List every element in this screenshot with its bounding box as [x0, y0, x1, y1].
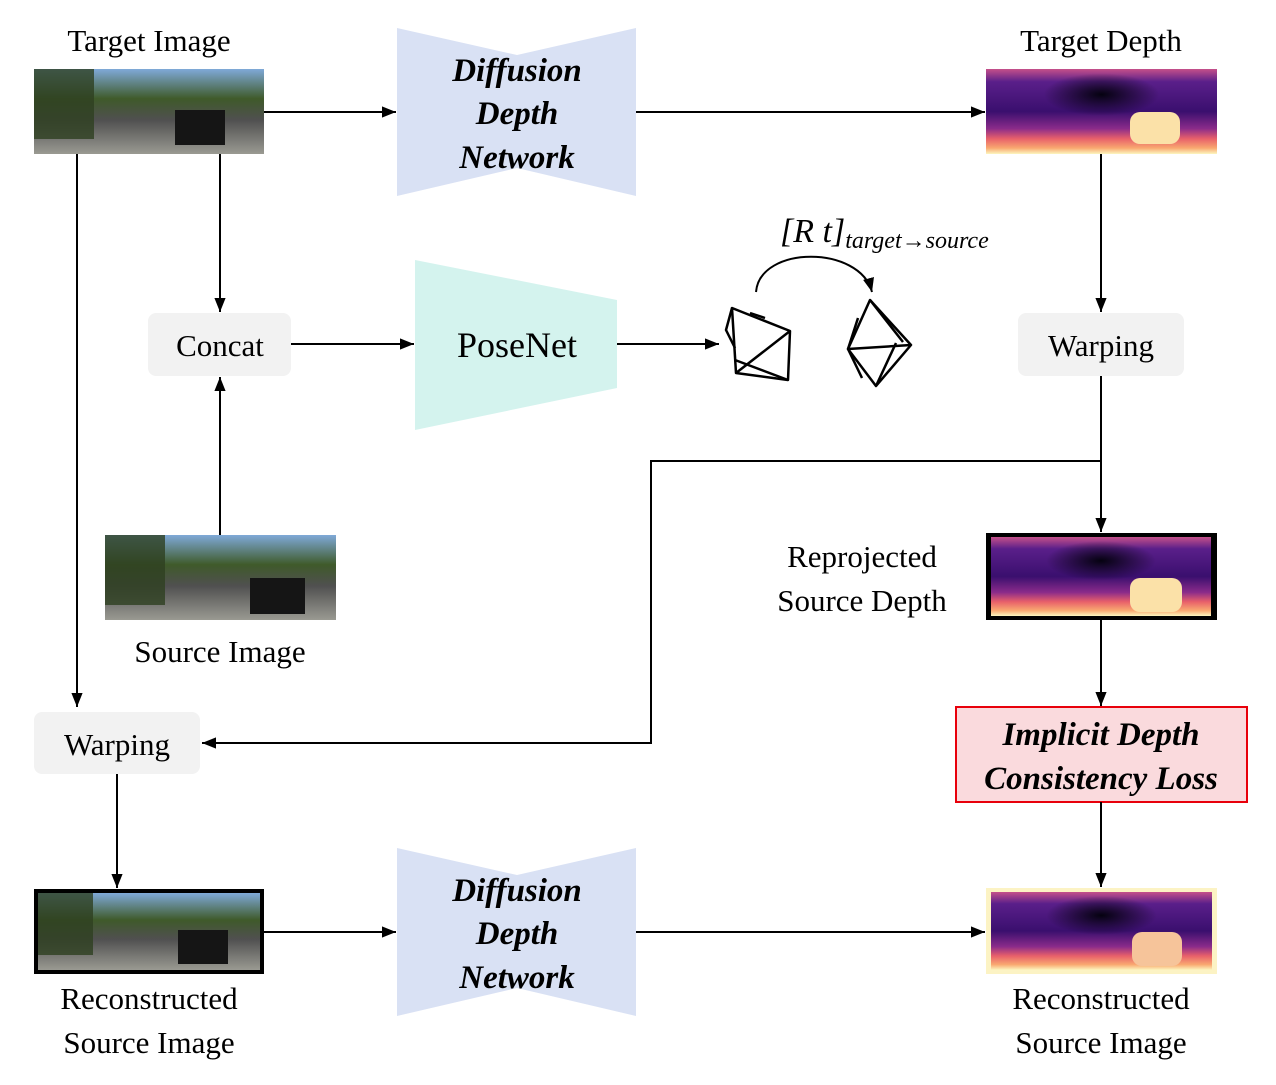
source-image-label: Source Image	[134, 634, 305, 669]
diffusion-bottom-line2: Depth	[475, 916, 559, 952]
recon-image-label-1: Reconstructed	[60, 981, 238, 1016]
loss-label-1: Implicit Depth	[1001, 717, 1199, 753]
target-depth-map	[986, 69, 1217, 154]
recon-depth-label-1: Reconstructed	[1012, 981, 1190, 1016]
target-image	[34, 69, 264, 154]
warping-left-label: Warping	[64, 727, 170, 762]
reprojected-label-1: Reprojected	[787, 539, 937, 574]
posenet-label: PoseNet	[457, 325, 577, 365]
camera-source-icon	[846, 298, 913, 388]
arrow	[202, 460, 1101, 749]
diffusion-top-line3: Network	[458, 140, 575, 176]
recon-image-label-2: Source Image	[63, 1025, 234, 1060]
target-depth-label: Target Depth	[1020, 23, 1182, 58]
concat-label: Concat	[176, 328, 264, 363]
reconstructed-source-image	[34, 889, 264, 974]
reprojected-label-2: Source Depth	[777, 583, 947, 618]
reprojected-source-depth-map	[986, 533, 1217, 620]
diffusion-top-line2: Depth	[475, 96, 559, 132]
reconstructed-source-depth-map	[986, 888, 1217, 974]
diagram: Target Image Diffusion Depth Network Tar…	[34, 23, 1248, 1060]
diffusion-bottom-line3: Network	[458, 960, 575, 996]
diffusion-top-line1: Diffusion	[451, 53, 582, 89]
pose-label: [R t]target→source	[780, 213, 989, 254]
target-image-label: Target Image	[67, 23, 230, 58]
loss-label-2: Consistency Loss	[984, 761, 1218, 797]
warping-right-label: Warping	[1048, 328, 1154, 363]
camera-target-icon	[724, 306, 792, 382]
recon-depth-label-2: Source Image	[1015, 1025, 1186, 1060]
pose-transform-arrow	[755, 255, 874, 293]
source-image	[105, 535, 336, 620]
diffusion-bottom-line1: Diffusion	[451, 873, 582, 909]
